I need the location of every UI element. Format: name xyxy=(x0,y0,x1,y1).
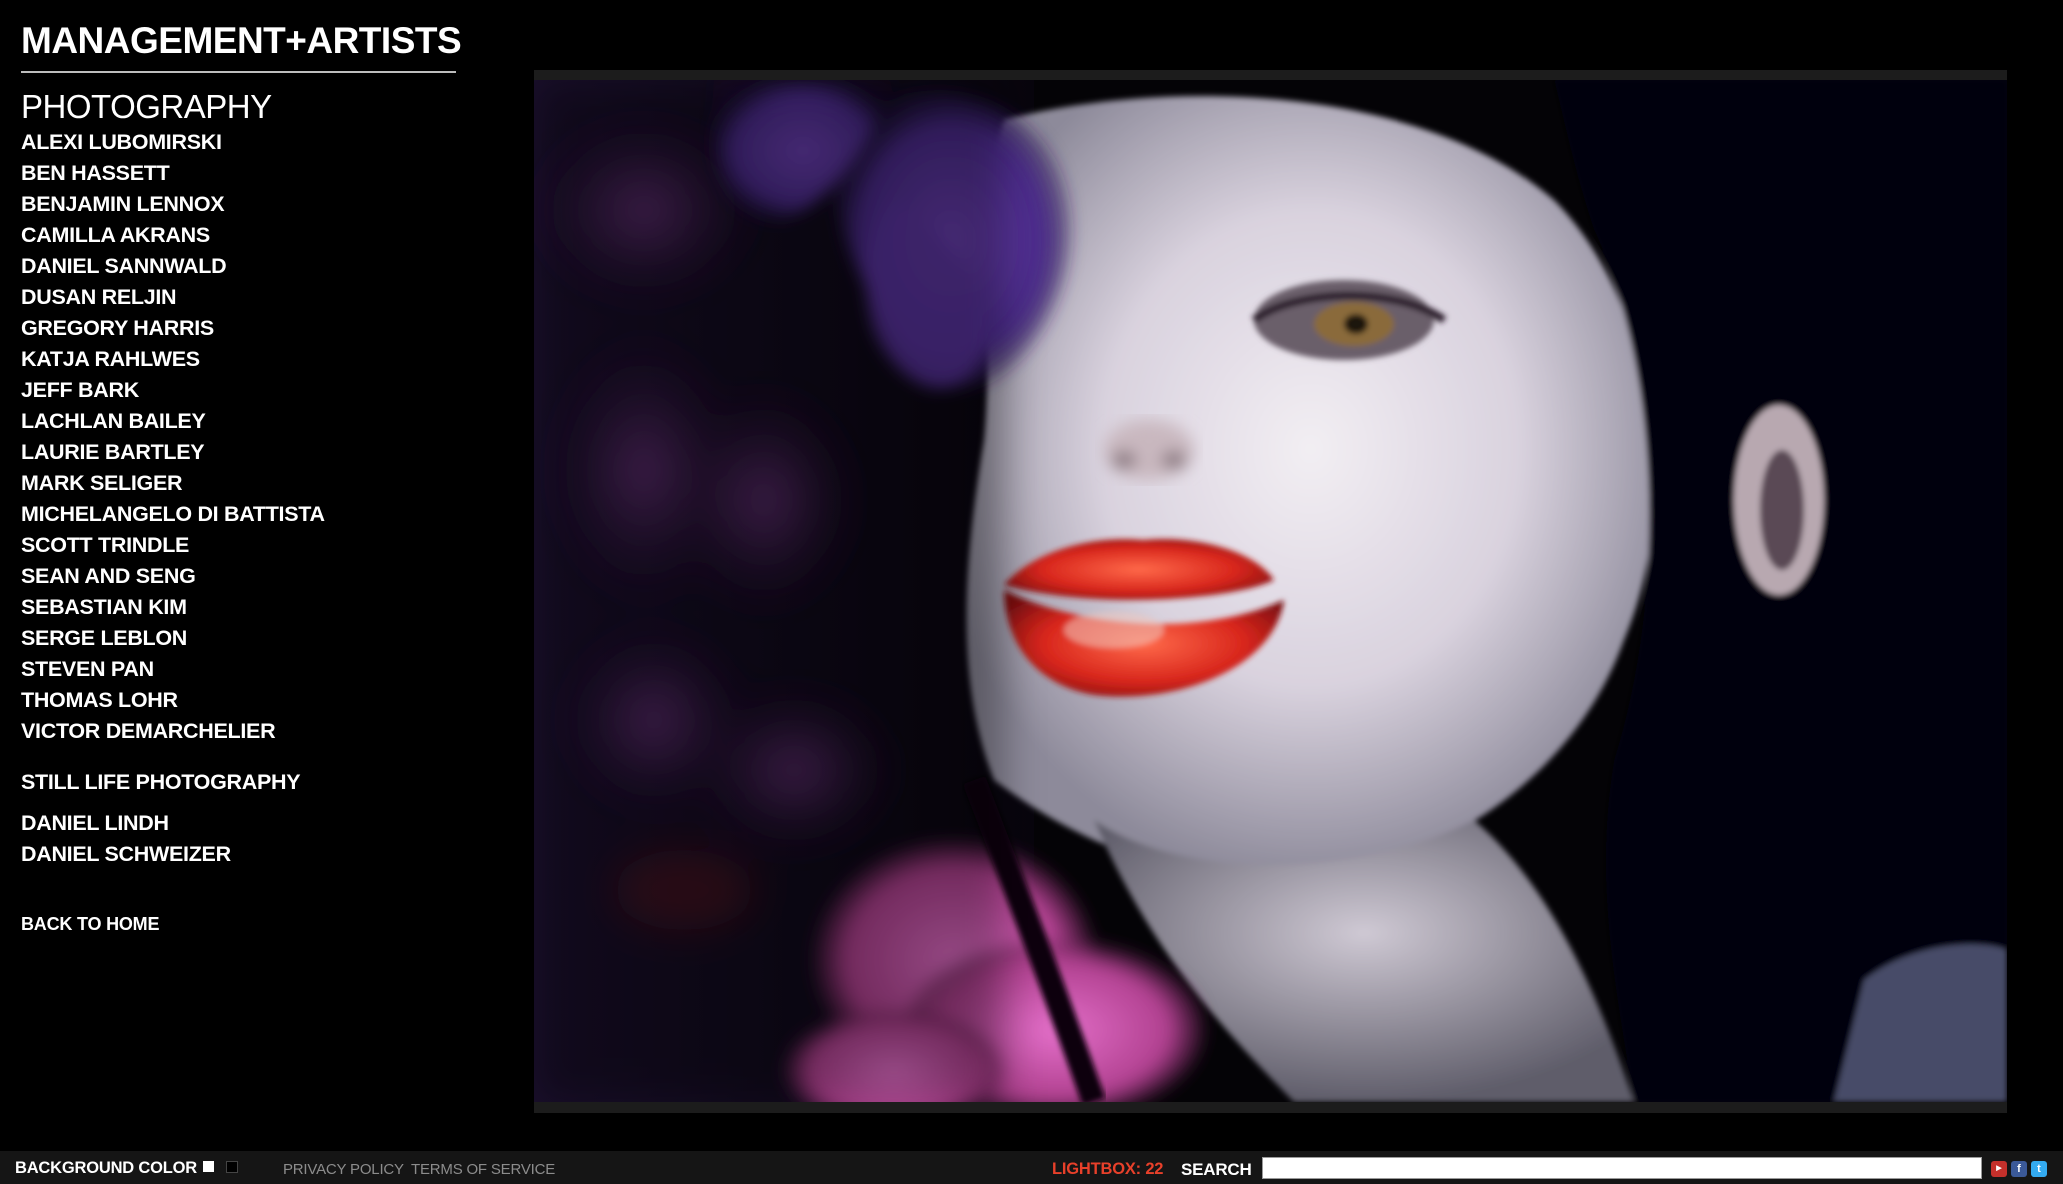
artist-link[interactable]: DANIEL SCHWEIZER xyxy=(21,839,461,870)
artist-link[interactable]: DANIEL LINDH xyxy=(21,808,461,839)
artist-link[interactable]: ALEXI LUBOMIRSKI xyxy=(21,127,461,158)
artist-link[interactable]: SEBASTIAN KIM xyxy=(21,592,461,623)
section-title-photography: PHOTOGRAPHY xyxy=(21,88,272,125)
artist-link[interactable]: KATJA RAHLWES xyxy=(21,344,461,375)
white-background-swatch[interactable] xyxy=(203,1161,214,1172)
back-to-home-link[interactable]: BACK TO HOME xyxy=(21,914,461,935)
page: MANAGEMENT+ARTISTS PHOTOGRAPHY ALEXI LUB… xyxy=(0,0,2063,1184)
artist-link[interactable]: SCOTT TRINDLE xyxy=(21,530,461,561)
artist-link[interactable]: SEAN AND SENG xyxy=(21,561,461,592)
logo-divider xyxy=(21,71,456,73)
youtube-icon[interactable]: ▶ xyxy=(1991,1161,2007,1177)
portfolio-photo[interactable] xyxy=(534,80,2007,1102)
artist-link[interactable]: CAMILLA AKRANS xyxy=(21,220,461,251)
artist-link[interactable]: GREGORY HARRIS xyxy=(21,313,461,344)
still-life-list: DANIEL LINDH DANIEL SCHWEIZER xyxy=(21,808,461,870)
privacy-policy-link[interactable]: PRIVACY POLICY xyxy=(283,1161,404,1178)
artist-link[interactable]: BENJAMIN LENNOX xyxy=(21,189,461,220)
image-frame xyxy=(534,70,2007,1113)
still-life-photography-link[interactable]: STILL LIFE PHOTOGRAPHY xyxy=(21,767,461,798)
twitter-icon[interactable]: t xyxy=(2031,1161,2047,1177)
artist-link[interactable]: THOMAS LOHR xyxy=(21,685,461,716)
artist-link[interactable]: MARK SELIGER xyxy=(21,468,461,499)
artist-link[interactable]: BEN HASSETT xyxy=(21,158,461,189)
artist-link[interactable]: JEFF BARK xyxy=(21,375,461,406)
search-label: SEARCH xyxy=(1181,1160,1252,1179)
artist-link[interactable]: STEVEN PAN xyxy=(21,654,461,685)
artist-link[interactable]: LACHLAN BAILEY xyxy=(21,406,461,437)
lightbox-link[interactable]: LIGHTBOX: 22 xyxy=(1052,1160,1163,1179)
terms-of-service-link[interactable]: TERMS OF SERVICE xyxy=(411,1161,555,1178)
facebook-icon[interactable]: f xyxy=(2011,1161,2027,1177)
artist-link[interactable]: DUSAN RELJIN xyxy=(21,282,461,313)
artist-link[interactable]: SERGE LEBLON xyxy=(21,623,461,654)
search-input[interactable] xyxy=(1262,1157,1982,1179)
artist-link[interactable]: VICTOR DEMARCHELIER xyxy=(21,716,461,747)
artist-link[interactable]: LAURIE BARTLEY xyxy=(21,437,461,468)
artist-link[interactable]: DANIEL SANNWALD xyxy=(21,251,461,282)
photographer-list: ALEXI LUBOMIRSKI BEN HASSETT BENJAMIN LE… xyxy=(21,127,461,747)
footer-bar: BACKGROUND COLOR PRIVACY POLICY TERMS OF… xyxy=(0,1151,2063,1184)
background-color-label: BACKGROUND COLOR xyxy=(15,1159,197,1177)
artist-link[interactable]: MICHELANGELO DI BATTISTA xyxy=(21,499,461,530)
site-logo[interactable]: MANAGEMENT+ARTISTS xyxy=(21,18,462,64)
black-background-swatch[interactable] xyxy=(226,1161,238,1173)
sidebar: MANAGEMENT+ARTISTS PHOTOGRAPHY ALEXI LUB… xyxy=(21,18,462,935)
